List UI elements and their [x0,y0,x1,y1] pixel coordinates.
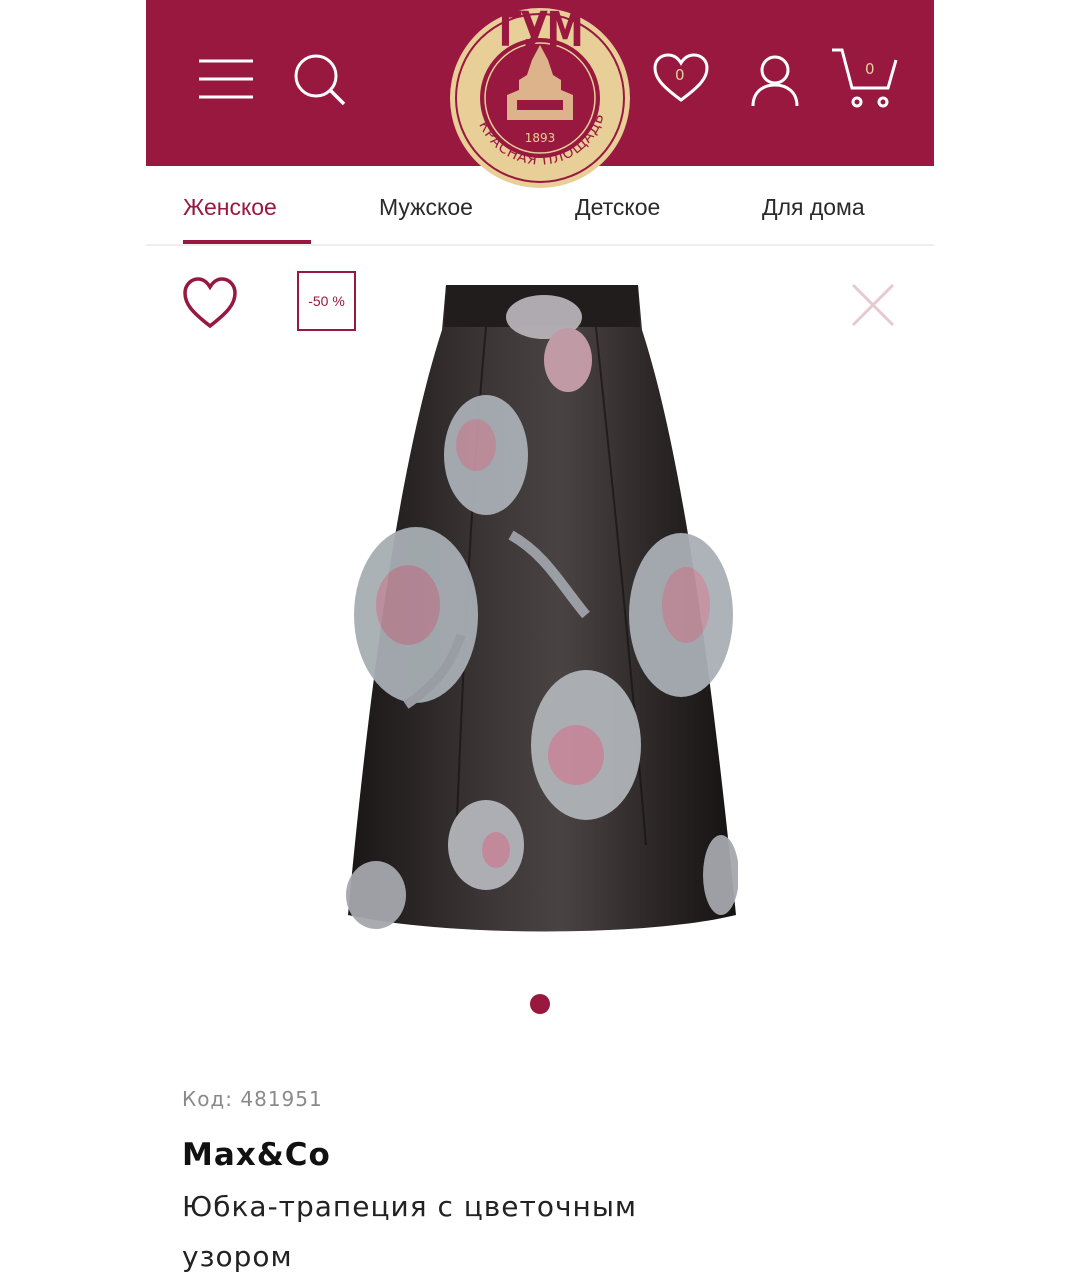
active-tab-indicator [183,240,311,244]
cart-button[interactable]: 0 [830,46,898,108]
user-icon [751,55,799,107]
logo-title: ГУМ [498,2,584,58]
favorites-button[interactable]: 0 [652,52,710,104]
product-brand: Max&Co [182,1137,331,1173]
cart-count: 0 [865,60,875,78]
gum-logo[interactable]: КРАСНАЯ ПЛОЩАДЬ ГУМ 1893 [447,0,633,192]
tab-women[interactable]: Женское [183,194,277,221]
product-code-value: 481951 [240,1087,323,1111]
heart-icon [183,277,237,329]
product-image[interactable] [346,285,739,940]
account-button[interactable] [750,54,800,108]
search-icon [294,54,346,106]
add-to-wishlist-button[interactable] [182,276,238,330]
logo-year: 1893 [524,131,556,145]
product-name: Юбка-трапеция с цветочным узором [182,1190,638,1273]
app: КРАСНАЯ ПЛОЩАДЬ ГУМ 1893 0 0 Женское Муж… [146,0,934,1280]
header-bar: КРАСНАЯ ПЛОЩАДЬ ГУМ 1893 0 0 [146,0,934,188]
close-button[interactable] [851,283,895,327]
carousel-dot[interactable] [530,994,550,1014]
favorites-count: 0 [675,66,685,84]
menu-icon [199,59,253,99]
product-code: Код: 481951 [182,1087,323,1111]
search-button[interactable] [292,52,348,108]
tab-home[interactable]: Для дома [762,194,865,221]
tab-kids[interactable]: Детское [575,194,660,221]
menu-button[interactable] [196,54,256,104]
product-code-label: Код: [182,1087,234,1111]
cart-icon [832,48,898,108]
close-icon [851,283,895,327]
tab-men[interactable]: Мужское [379,194,473,221]
